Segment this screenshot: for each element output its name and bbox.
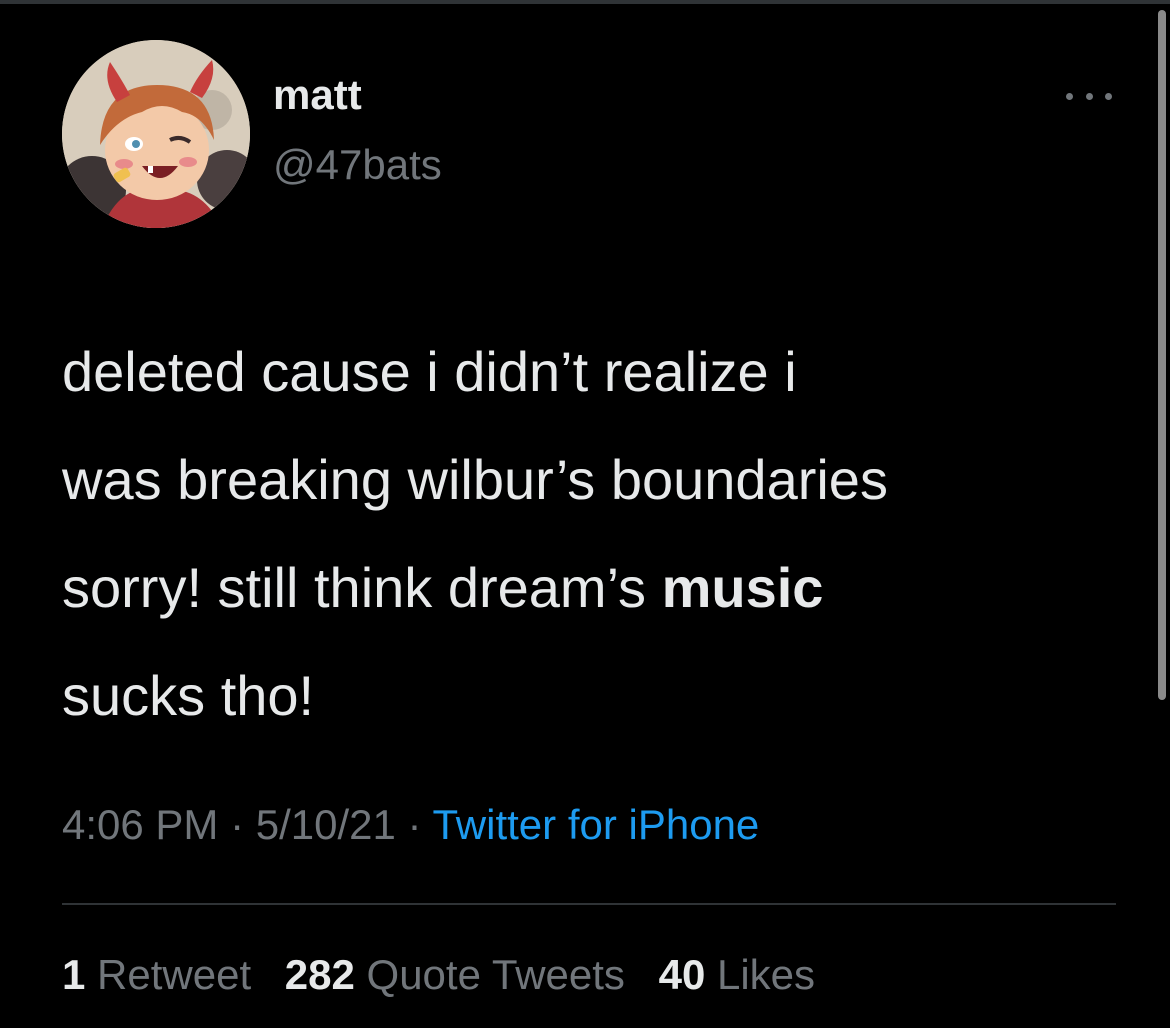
meta-separator: · — [218, 801, 256, 848]
tweet-text-line-4: sucks tho! — [62, 664, 315, 727]
tweet-text-line-1: deleted cause i didn’t realize i — [62, 340, 797, 403]
tweet-time: 4:06 PM — [62, 801, 219, 848]
tweet-text-line-2: was breaking wilbur’s boundaries — [62, 448, 888, 511]
scrollbar[interactable] — [1158, 10, 1166, 700]
tweet-meta: 4:06 PM · 5/10/21 · Twitter for iPhone — [62, 800, 759, 850]
retweets-count: 1 — [62, 951, 86, 998]
divider — [62, 903, 1116, 905]
user-handle[interactable]: @47bats — [273, 144, 442, 186]
tweet-source-link[interactable]: Twitter for iPhone — [432, 801, 759, 848]
quote-tweets-stat[interactable]: 282 Quote Tweets — [285, 951, 625, 998]
tweet-text: deleted cause i didn’t realize i was brea… — [62, 318, 1142, 750]
avatar-drawing — [62, 40, 250, 228]
tweet-text-bold-word: music — [661, 556, 824, 619]
quote-tweets-label: Quote Tweets — [366, 951, 625, 998]
more-dot — [1105, 92, 1112, 100]
meta-separator: · — [395, 801, 433, 848]
more-options-icon[interactable] — [1066, 84, 1112, 108]
likes-count: 40 — [658, 951, 706, 998]
likes-label: Likes — [716, 951, 816, 998]
retweets-stat[interactable]: 1 Retweet — [62, 951, 251, 998]
tweet-text-line-3: sorry! still think dream’s — [62, 556, 662, 619]
quote-tweets-count: 282 — [284, 951, 355, 998]
more-dot — [1066, 92, 1073, 100]
display-name[interactable]: matt — [273, 74, 362, 116]
tweet-card: matt @47bats deleted cause i didn’t real… — [0, 0, 1170, 1028]
user-avatar-illustration[interactable] — [62, 40, 250, 228]
more-dot — [1085, 92, 1093, 100]
tweet-stats: 1 Retweet 282 Quote Tweets 40 Likes — [62, 950, 837, 1000]
retweets-label: Retweet — [97, 951, 252, 998]
tweet-date: 5/10/21 — [255, 801, 396, 848]
likes-stat[interactable]: 40 Likes — [659, 951, 815, 998]
